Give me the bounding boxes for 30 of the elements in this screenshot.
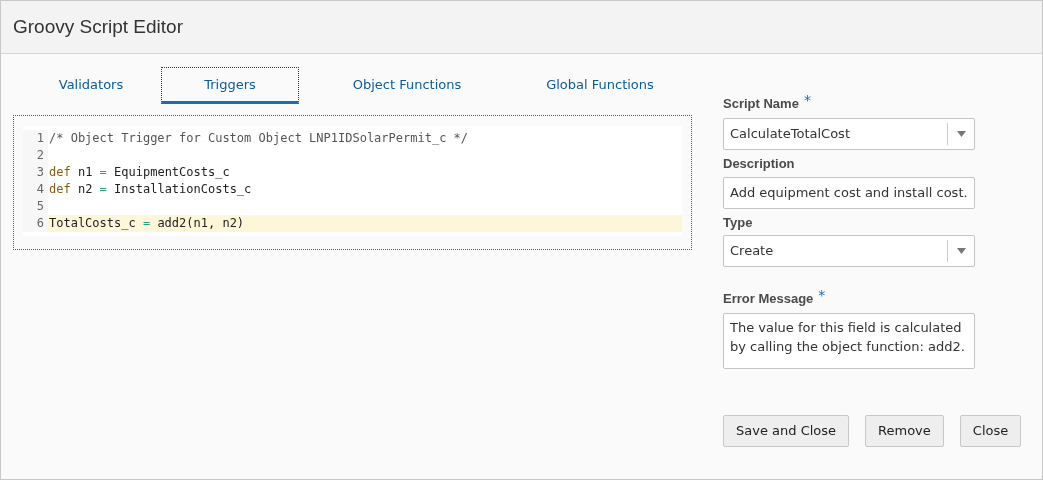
dropdown-field[interactable]: Create — [723, 235, 975, 267]
line-number: 1 — [23, 130, 48, 147]
line-number: 2 — [23, 147, 48, 164]
line-number: 6 — [23, 215, 48, 232]
text-field[interactable]: Add equipment cost and install cost. — [723, 176, 975, 209]
action-button[interactable]: Save and Close — [723, 415, 850, 447]
tab[interactable]: Triggers — [161, 67, 299, 104]
line-number: 3 — [23, 164, 48, 181]
tab[interactable]: Validators — [21, 67, 161, 104]
action-button[interactable]: Close — [959, 415, 1022, 447]
code-line: /* Object Trigger for Custom Object LNP1IDSolarPermit_c */ — [48, 130, 470, 147]
caret-icon — [956, 131, 966, 137]
action-button[interactable]: Remove — [865, 415, 944, 447]
code-editor[interactable]: 1 /* Object Trigger for Custom Object LNP1IDSolarPermit_c */ 2 3 def n1 = EquipmentCosts_c 4 def n2 = InstallationCosts_c 5 6 TotalCosts_c = add2(n1, n2) — [23, 126, 682, 236]
field-label: Description — [723, 155, 795, 173]
field-label: Type — [723, 213, 753, 232]
text-area[interactable]: The value for this field is calculated by calling the object function: add2. — [723, 313, 975, 369]
dropdown-field[interactable]: CalculateTotalCost — [723, 118, 975, 150]
code-line: def n2 = InstallationCosts_c — [48, 181, 253, 198]
field-label: Error Message — [723, 290, 814, 308]
field-label: Script Name — [723, 95, 799, 113]
code-line: def n1 = EquipmentCosts_c — [48, 164, 231, 181]
tab[interactable]: Global Functions — [505, 67, 695, 104]
window-title: Groovy Script Editor — [13, 14, 183, 39]
tab[interactable]: Object Functions — [309, 67, 505, 104]
caret-icon — [956, 248, 966, 254]
required-mark: * — [818, 286, 826, 305]
required-mark: * — [803, 91, 811, 110]
line-number: 5 — [23, 198, 48, 215]
line-number: 4 — [23, 181, 48, 198]
